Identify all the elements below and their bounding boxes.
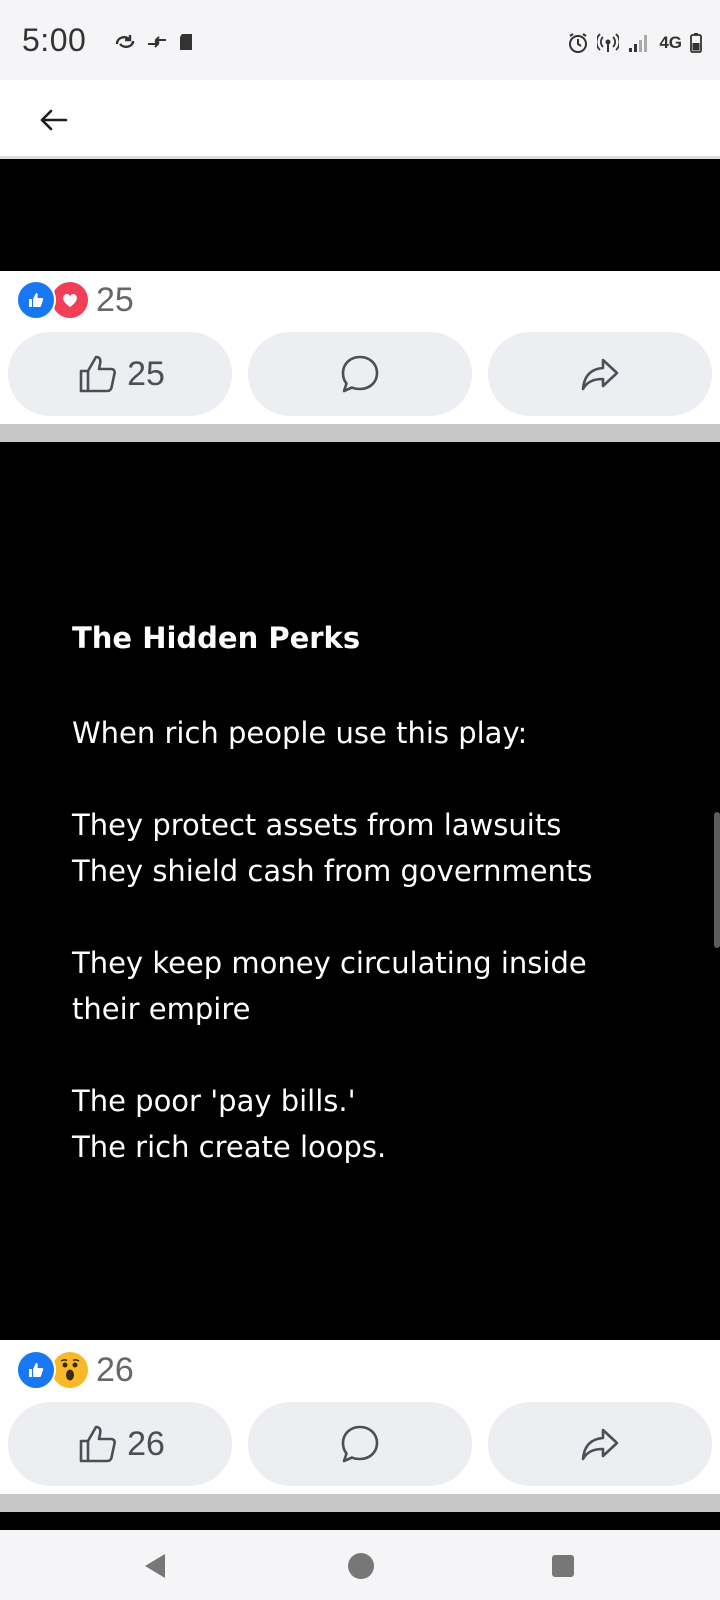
battery-icon [690, 33, 702, 53]
like-reaction-icon [16, 280, 56, 320]
action-bar-2: 26 [8, 1402, 712, 1486]
signal-icon [629, 35, 648, 52]
post-line: The rich create loops. [72, 1130, 387, 1164]
nav-back-icon[interactable] [145, 1554, 165, 1578]
status-right-icons: 4G [567, 32, 702, 54]
post-line: They protect assets from lawsuits [72, 808, 562, 842]
nav-recents-icon[interactable] [552, 1555, 574, 1577]
sync-icon [115, 35, 135, 49]
nav-home-icon[interactable] [348, 1553, 374, 1579]
post-title: The Hidden Perks [72, 621, 361, 655]
hotspot-icon [597, 33, 620, 52]
top-navigation [0, 80, 720, 159]
alarm-icon [569, 33, 588, 53]
love-reaction-icon [50, 280, 90, 320]
network-type: 4G [659, 33, 682, 52]
post-line: They shield cash from governments [72, 854, 593, 888]
like-button[interactable]: 25 [8, 332, 232, 416]
post-divider [0, 424, 720, 442]
wow-reaction-icon [50, 1350, 90, 1390]
reaction-summary-1[interactable]: 25 [16, 280, 134, 320]
action-bar-1: 25 [8, 332, 712, 416]
reaction-summary-2[interactable]: 26 [16, 1350, 134, 1390]
share-button[interactable] [488, 1402, 712, 1486]
post-line: their empire [72, 992, 251, 1026]
post-image-3[interactable] [0, 1512, 720, 1530]
system-navigation-bar [0, 1530, 720, 1600]
scrollbar[interactable] [714, 812, 720, 948]
comment-button[interactable] [248, 332, 472, 416]
comment-icon [341, 355, 379, 393]
like-count: 26 [127, 1424, 165, 1463]
data-transfer-icon [148, 36, 166, 48]
back-arrow-icon[interactable] [34, 100, 74, 140]
reaction-count: 25 [96, 280, 134, 319]
post-line: The poor 'pay bills.' [72, 1084, 356, 1118]
comment-button[interactable] [248, 1402, 472, 1486]
post-divider [0, 1494, 720, 1512]
status-left-icons [114, 32, 194, 52]
share-icon [581, 358, 619, 391]
like-reaction-icon [16, 1350, 56, 1390]
like-count: 25 [127, 354, 165, 393]
reaction-count: 26 [96, 1350, 134, 1389]
status-bar: 5:00 4G [0, 0, 720, 80]
thumbs-up-icon [79, 1425, 116, 1463]
thumbs-up-icon [79, 355, 116, 393]
share-button[interactable] [488, 332, 712, 416]
status-time: 5:00 [22, 22, 87, 58]
sd-card-icon [180, 34, 192, 50]
post-line: They keep money circulating inside [72, 946, 587, 980]
like-button[interactable]: 26 [8, 1402, 232, 1486]
post-line: When rich people use this play: [72, 716, 528, 750]
post-text-content: The Hidden Perks When rich people use th… [72, 618, 692, 1170]
share-icon [581, 1428, 619, 1461]
comment-icon [341, 1425, 379, 1463]
post-image-1[interactable] [0, 159, 720, 271]
